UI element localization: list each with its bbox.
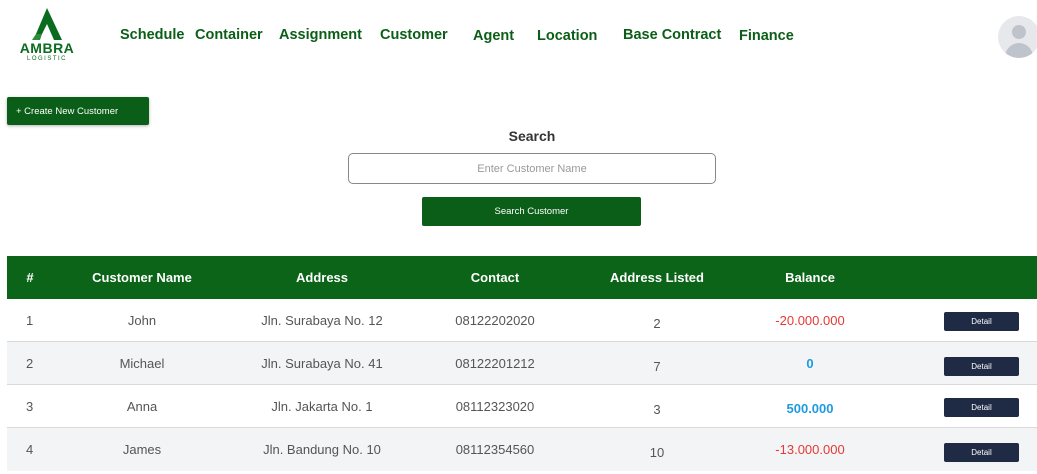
- nav-agent[interactable]: Agent: [473, 28, 514, 44]
- detail-button[interactable]: Detail: [944, 443, 1019, 462]
- cell-index: 3: [26, 399, 34, 414]
- cell-address: Jln. Surabaya No. 41: [261, 356, 383, 371]
- header-contact: Contact: [470, 270, 520, 285]
- cell-balance: -20.000.000: [775, 313, 845, 328]
- search-title: Search: [508, 128, 556, 144]
- table-header: # Customer Name Address Contact Address …: [7, 256, 1037, 299]
- nav-customer[interactable]: Customer: [380, 27, 448, 43]
- cell-customer-name: Michael: [119, 356, 165, 371]
- cell-address: Jln. Jakarta No. 1: [271, 399, 373, 414]
- table-row: 4 James Jln. Bandung No. 10 08112354560 …: [7, 428, 1037, 471]
- nav-location[interactable]: Location: [537, 28, 597, 44]
- detail-button[interactable]: Detail: [944, 398, 1019, 417]
- nav-base-contract[interactable]: Base Contract: [623, 27, 721, 43]
- cell-contact: 08112323020: [455, 399, 535, 414]
- cell-index: 1: [26, 313, 34, 328]
- brand-tagline: LOGISTIC: [26, 56, 67, 62]
- cell-customer-name: John: [127, 313, 157, 328]
- nav-finance[interactable]: Finance: [739, 28, 794, 44]
- table-row: 3 Anna Jln. Jakarta No. 1 08112323020 3 …: [7, 385, 1037, 428]
- cell-address: Jln. Surabaya No. 12: [261, 313, 383, 328]
- detail-button[interactable]: Detail: [944, 357, 1019, 376]
- cell-contact: 08122201212: [455, 356, 535, 371]
- cell-address-listed: 10: [649, 445, 665, 460]
- customer-search-input[interactable]: [348, 153, 716, 184]
- header-balance: Balance: [785, 270, 835, 285]
- cell-customer-name: James: [122, 442, 162, 457]
- cell-index: 4: [26, 442, 34, 457]
- header-address-listed: Address Listed: [610, 270, 704, 285]
- cell-address-listed: 7: [653, 359, 661, 374]
- user-avatar-icon[interactable]: [998, 16, 1037, 58]
- cell-address: Jln. Bandung No. 10: [263, 442, 381, 457]
- table-row: 2 Michael Jln. Surabaya No. 41 081222012…: [7, 342, 1037, 385]
- ambra-logo-icon: [32, 8, 62, 40]
- search-customer-button[interactable]: Search Customer: [422, 197, 641, 226]
- cell-balance: -13.000.000: [775, 442, 845, 457]
- cell-balance: 0: [806, 356, 814, 371]
- cell-customer-name: Anna: [126, 399, 158, 414]
- cell-index: 2: [26, 356, 34, 371]
- ambra-logo[interactable]: AMBRA LOGISTIC: [14, 8, 84, 68]
- cell-address-listed: 2: [653, 316, 661, 331]
- cell-balance: 500.000: [786, 401, 834, 416]
- cell-address-listed: 3: [653, 402, 661, 417]
- brand-name: AMBRA: [19, 40, 75, 56]
- cell-contact: 08112354560: [455, 442, 535, 457]
- table-row: 1 John Jln. Surabaya No. 12 08122202020 …: [7, 299, 1037, 342]
- detail-button[interactable]: Detail: [944, 312, 1019, 331]
- create-customer-button[interactable]: + Create New Customer: [7, 97, 149, 125]
- header-address: Address: [295, 270, 349, 285]
- nav-assignment[interactable]: Assignment: [279, 27, 362, 43]
- nav-schedule[interactable]: Schedule: [120, 27, 184, 43]
- nav-container[interactable]: Container: [195, 27, 263, 43]
- top-header: AMBRA LOGISTIC Schedule Container Assign…: [0, 0, 1037, 80]
- header-index: #: [26, 270, 34, 285]
- cell-contact: 08122202020: [455, 313, 535, 328]
- header-customer-name: Customer Name: [92, 270, 192, 285]
